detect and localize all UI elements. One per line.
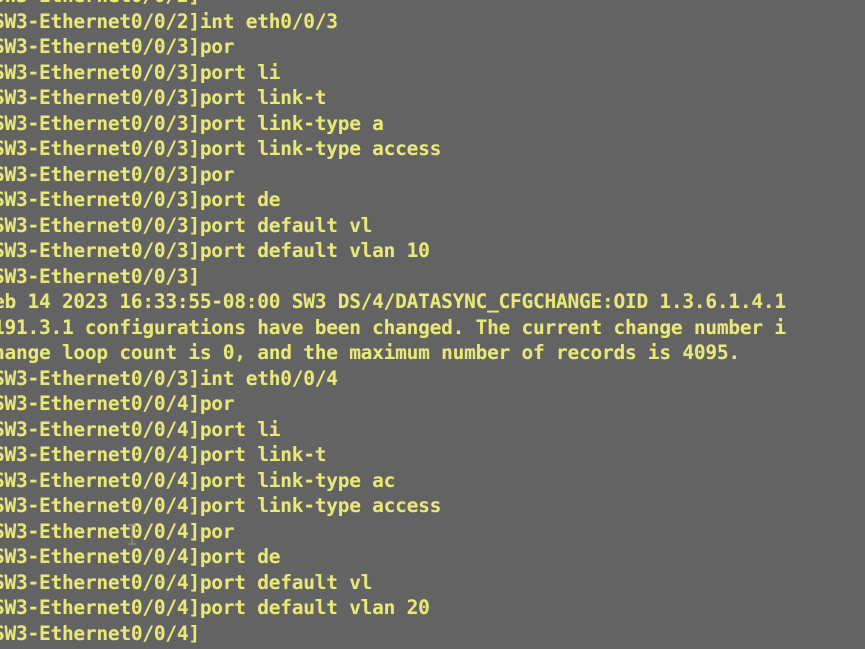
terminal-prompt-line: SW3-Ethernet0/0/3]int eth0/0/4 bbox=[0, 366, 338, 390]
terminal-prompt-line: SW3-Ethernet0/0/3] bbox=[0, 264, 200, 288]
terminal-prompt-line: SW3-Ethernet0/0/3]port li bbox=[0, 60, 281, 84]
terminal-prompt-line: SW3-Ethernet0/0/4]port li bbox=[0, 417, 281, 441]
terminal-prompt-line: SW3-Ethernet0/0/4]port link-t bbox=[0, 443, 327, 466]
terminal-prompt-line: SW3-Ethernet0/0/4]por bbox=[0, 519, 235, 543]
terminal-prompt-line: SW3-Ethernet0/0/4]port default vl bbox=[0, 570, 373, 594]
terminal-prompt-line: SW3-Ethernet0/0/4]port de bbox=[0, 545, 281, 568]
terminal-prompt-line: SW3-Ethernet0/0/3]port link-type a bbox=[0, 111, 384, 135]
terminal-prompt-line: SW3-Ethernet0/0/3]por bbox=[0, 162, 235, 186]
terminal-prompt-line: SW3-Ethernet0/0/4]port default vlan 20 bbox=[0, 596, 430, 619]
terminal-prompt-line: SW3-Ethernet0/0/4]port link-type ac bbox=[0, 468, 396, 492]
terminal-screen-buffer[interactable]: SW3-Ethernet0/0/2]SW3-Ethernet0/0/2]int … bbox=[0, 0, 865, 649]
terminal-prompt-line: SW3-Ethernet0/0/4]port link-type access bbox=[0, 494, 442, 517]
terminal-prompt-line: SW3-Ethernet0/0/3]port link-t bbox=[0, 86, 327, 109]
terminal-prompt-line: SW3-Ethernet0/0/4] bbox=[0, 621, 200, 645]
terminal-prompt-line: SW3-Ethernet0/0/3]port link-type access bbox=[0, 137, 442, 160]
terminal-log-line: 191.3.1 configurations have been changed… bbox=[0, 315, 786, 339]
terminal-log-line: hange loop count is 0, and the maximum n… bbox=[0, 341, 740, 364]
terminal-prompt-line: SW3-Ethernet0/0/3]port default vlan 10 bbox=[0, 239, 430, 262]
terminal-prompt-line: SW3-Ethernet0/0/2]int eth0/0/3 bbox=[0, 9, 338, 33]
terminal-log-line: eb 14 2023 16:33:55-08:00 SW3 DS/4/DATAS… bbox=[0, 290, 786, 313]
terminal-prompt-line: SW3-Ethernet0/0/3]por bbox=[0, 35, 235, 58]
terminal-prompt-line: SW3-Ethernet0/0/2] bbox=[0, 0, 865, 9]
terminal-prompt-line: SW3-Ethernet0/0/3]port default vl bbox=[0, 213, 373, 237]
terminal-prompt-line: SW3-Ethernet0/0/4]por bbox=[0, 392, 235, 415]
terminal-prompt-line: SW3-Ethernet0/0/3]port de bbox=[0, 188, 281, 211]
terminal-window[interactable]: SW3-Ethernet0/0/2]SW3-Ethernet0/0/2]int … bbox=[0, 0, 865, 649]
